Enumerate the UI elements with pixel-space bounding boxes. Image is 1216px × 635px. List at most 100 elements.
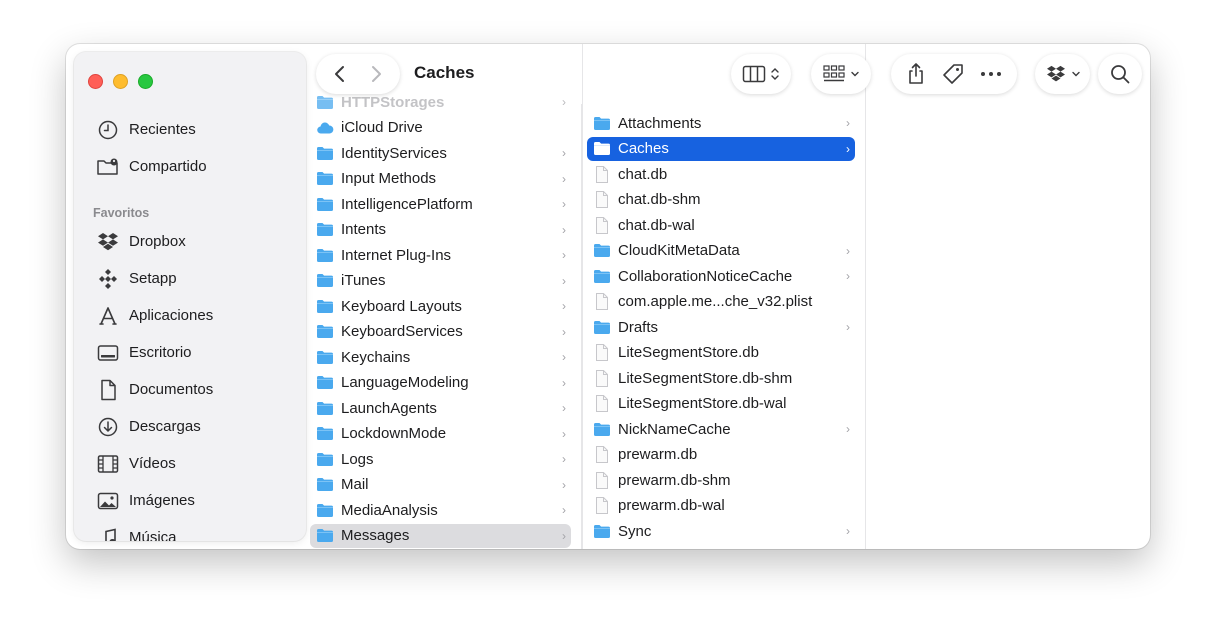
item-name: iCloud Drive [341,119,423,136]
folder-icon [316,374,334,392]
share-button[interactable] [906,54,926,94]
folder-row[interactable]: Caches › [587,136,855,161]
dropbox-menu-button[interactable] [1035,54,1090,94]
folder-icon [593,522,611,540]
folder-row[interactable]: IntelligencePlatform › [310,192,571,216]
folder-icon [316,476,334,494]
sidebar-item-videos[interactable]: Vídeos [74,445,306,482]
sidebar-item-label: Imágenes [129,492,195,509]
minimize-button[interactable] [113,74,128,89]
folder-row[interactable]: Internet Plug-Ins › [310,243,571,267]
sidebar-item-recientes[interactable]: Recientes [74,111,306,148]
folder-row[interactable]: Drafts › [587,315,855,339]
folder-row[interactable]: Keyboard Layouts › [310,294,571,318]
item-name: Input Methods [341,170,437,187]
folder-icon [593,114,611,132]
item-name: com.apple.me...che_v32.plist [618,293,813,310]
folder-row[interactable]: LaunchAgents › [310,396,571,420]
folder-row[interactable]: Keychains › [310,345,571,369]
sidebar-item-descargas[interactable]: Descargas [74,408,306,445]
folder-icon [593,140,611,158]
file-icon [593,293,611,311]
chevron-right-icon: › [846,243,850,258]
folder-row[interactable]: Input Methods › [310,167,571,191]
chevron-left-icon [335,66,344,82]
chevron-right-icon: › [562,146,566,160]
folder-row[interactable]: iTunes › [310,269,571,293]
file-row[interactable]: com.apple.me...che_v32.plist [587,290,855,314]
sidebar-item-label: Descargas [129,418,201,435]
folder-row[interactable]: Logs › [310,447,571,471]
tag-button[interactable] [942,54,964,94]
chevron-right-icon: › [562,222,566,237]
forward-button[interactable] [361,59,391,89]
file-icon [593,165,611,183]
folder-row[interactable]: Sync › [587,519,855,543]
file-row[interactable]: iCloud Drive [310,116,571,140]
folder-row[interactable]: Attachments › [587,111,855,135]
folder-row[interactable]: Intents › [310,218,571,242]
file-row[interactable]: chat.db [587,162,855,186]
file-row[interactable]: prewarm.db-wal [587,494,855,518]
folder-icon [316,297,334,315]
folder-row[interactable]: Messages › [310,523,571,548]
column-messages: Attachments › Caches › chat.db chat.db-shm cha… [582,44,865,549]
search-button[interactable] [1098,54,1142,94]
file-row[interactable]: chat.db-shm [587,188,855,212]
folder-row[interactable]: MediaAnalysis › [310,498,571,522]
file-row[interactable]: LiteSegmentStore.db-wal [587,392,855,416]
film-icon [96,452,120,476]
folder-icon [316,527,334,545]
folder-row[interactable]: LanguageModeling › [310,371,571,395]
item-name: LaunchAgents [341,399,437,417]
file-row[interactable]: prewarm.db-shm [587,468,855,492]
item-name: Attachments [618,114,702,132]
actions-group [891,54,1017,94]
close-button[interactable] [88,74,103,89]
sidebar-item-setapp[interactable]: Setapp [74,260,306,297]
item-name: KeyboardServices [341,323,463,340]
finder-window: Recientes Compartido Favoritos Dropbox S… [66,44,1150,549]
sidebar-item-escritorio[interactable]: Escritorio [74,334,306,371]
sidebar-item-dropbox[interactable]: Dropbox [74,223,306,260]
view-mode-button[interactable] [731,54,791,94]
item-name: Sync [618,522,652,540]
sidebar-item-imagenes[interactable]: Imágenes [74,482,306,519]
sidebar-item-aplicaciones[interactable]: Aplicaciones [74,297,306,334]
navigation-group [316,54,400,94]
back-button[interactable] [325,59,355,89]
favorites-heading: Favoritos [93,206,150,220]
item-name: CollaborationNoticeCache [618,267,793,285]
file-icon [593,395,611,413]
zoom-button[interactable] [138,74,153,89]
item-name: prewarm.db [618,446,698,463]
sidebar-item-compartido[interactable]: Compartido [74,148,306,185]
more-actions-button[interactable] [980,54,1002,94]
chevron-down-icon [851,71,859,77]
folder-row[interactable]: Mail › [310,473,571,497]
folder-row[interactable]: LockdownMode › [310,422,571,446]
setapp-icon [96,267,120,291]
folder-row[interactable]: CollaborationNoticeCache › [587,264,855,288]
sidebar-item-documentos[interactable]: Documentos [74,371,306,408]
folder-row[interactable]: KeyboardServices › [310,320,571,344]
item-name: Logs [341,450,374,468]
sidebar-item-musica[interactable]: Música [74,519,306,541]
folder-icon [316,170,334,188]
folder-row[interactable]: IdentityServices › [310,141,571,165]
chevron-right-icon: › [846,422,850,436]
file-row[interactable]: prewarm.db [587,443,855,467]
item-name: prewarm.db-shm [618,471,731,489]
tag-icon [943,64,963,84]
file-row[interactable]: LiteSegmentStore.db-shm [587,366,855,390]
folder-icon [593,420,611,438]
file-row[interactable]: LiteSegmentStore.db [587,341,855,365]
more-icon [981,72,1001,76]
item-name: prewarm.db-wal [618,497,725,514]
group-by-button[interactable] [811,54,871,94]
chevron-right-icon: › [562,171,566,186]
item-name: NickNameCache [618,420,731,438]
folder-row[interactable]: CloudKitMetaData › [587,239,855,263]
file-row[interactable]: chat.db-wal [587,213,855,237]
folder-row[interactable]: NickNameCache › [587,417,855,441]
